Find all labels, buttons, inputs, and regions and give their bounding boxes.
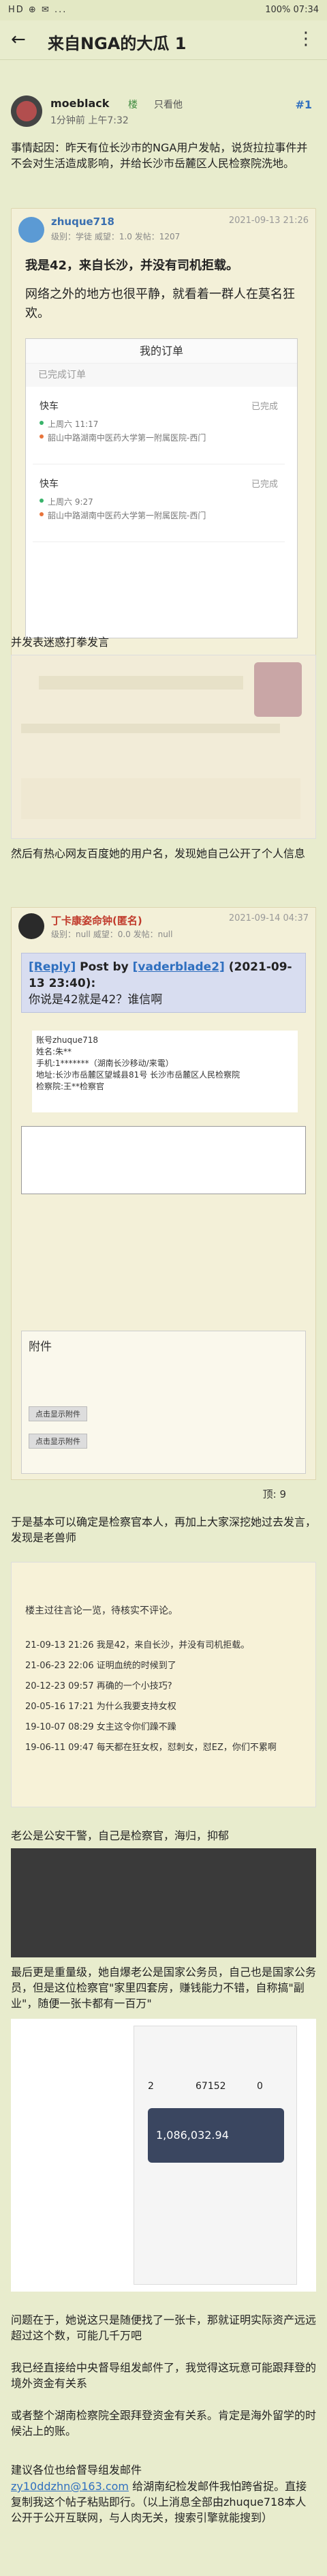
order-screenshot: 我的订单 已完成订单 快车 已完成 上周六 11:17 韶山中路湖南中医药大学第… [25,338,298,638]
like-count[interactable]: 顶: 9 [263,1487,286,1501]
history-line: 20-12-23 09:57 再确的一个小技巧? [25,1681,172,1691]
quote-info: 级别：学徒 威望：1.0 发帖：1207 [51,232,181,241]
text-question: 问题在于，她说这只是随便找了一张卡，那就证明实际资产远远超过这个数，可能几千万吧 [11,2313,317,2342]
bank-balance: 1,086,032.94 [156,2129,229,2142]
post-time: 1分钟前 上午7:32 [50,115,129,126]
bank-app: 2 67152 0 1,086,032.94 [134,2026,297,2285]
order-address: 韶山中路湖南中医药大学第一附属医院-西门 [48,511,206,520]
text-suggest: 建议各位也给督导组发邮件 [11,2463,142,2476]
bank-stat: 2 [148,2081,154,2092]
bank-stat: 67152 [196,2081,226,2092]
screenshot-image [11,1848,316,1957]
avatar[interactable] [11,95,42,127]
avatar [18,217,44,243]
order-type: 快车 [40,401,59,412]
reply-date: 2021-09-14 04:37 [228,913,309,923]
text-confirm: 于是基本可以确定是检察官本人，再加上大家深挖她过去发言，发现是老兽师 [11,1515,317,1544]
reply-author[interactable]: 丁卡康姿命钟(匿名) [51,913,142,928]
order-time: 上周六 9:27 [48,497,93,507]
text-hot: 然后有热心网友百度她的用户名，发现她自己公开了个人信息 [11,847,306,860]
bank-card[interactable]: 1,086,032.94 [148,2108,284,2163]
text-police: 老公是公安干警，自己是检察官，海归，抑郁 [11,1829,230,1842]
text-salary: 最后更是重量级，她自爆老公是国家公务员，自己也是国家公务员，但是这位检察官"家里… [11,1966,317,2010]
status-left: HD ⊕ ✉ ... [8,5,67,15]
show-attachment-button[interactable]: 点击显示附件 [29,1406,87,1421]
forum-line [39,676,243,690]
end-dot-icon [40,434,44,439]
email-text: zy10ddzhn@163.com 给湖南纪检发邮件我怕跨省捉。直接复制我这个帖… [11,2478,316,2526]
order-card: 快车 已完成 上周六 9:27 韶山中路湖南中医药大学第一附属医院-西门 [33,471,285,542]
forum-text-block [21,778,300,819]
forum-line [21,724,280,733]
avatar[interactable] [18,913,44,939]
order-address: 韶山中路湖南中医药大学第一附属医院-西门 [48,433,206,443]
start-dot-icon [40,499,44,503]
forum-screenshot [11,655,316,839]
order-status: 已完成 [251,402,278,412]
reply-quote: [Reply] Post by [vaderblade2] (2021-09-1… [21,953,306,1013]
text-doxx: 并发表迷惑打拳发言 [11,636,110,649]
reply-post: 丁卡康姿命钟(匿名) 2021-09-14 04:37 级别：null 威望：0… [11,907,316,1480]
quote-text-2: 网络之外的地方也很平静，就看着一群人在莫名狂欢。 [25,287,295,321]
order-type: 快车 [40,479,59,490]
order-title: 我的订单 [26,339,297,364]
quoted-post: zhuque718 2021-09-13 21:26 级别：学徒 威望：1.0 … [11,208,316,658]
history-line: 20-05-16 17:21 为什么我要支持女权 [25,1702,176,1712]
author-name[interactable]: moeblack [50,97,109,110]
character-image [254,662,302,717]
order-status: 已完成 [251,479,278,490]
back-arrow-icon[interactable]: ← [11,30,26,49]
quote-text-1: 我是42，来自长沙，并没有司机拒载。 [25,258,239,273]
post-intro: 事情起因：昨天有位长沙市的NGA用户发帖，说货拉拉事件并不会对生活造成影响，并给… [11,141,308,170]
quote-header: zhuque718 2021-09-13 21:26 级别：学徒 威望：1.0 … [18,214,309,248]
history-title: 楼主过往言论一览，待核实不评论。 [25,1605,178,1616]
quote-author[interactable]: zhuque718 [51,216,114,228]
history-box: 楼主过往言论一览，待核实不评论。 21-09-13 21:26 我是42，来自长… [11,1562,316,1807]
op-badge: 楼 [128,100,138,110]
text-party: 或者整个湖南检察院全跟拜登资金有关系。肯定是海外留学的时候沾上的账。 [11,2409,317,2438]
reply-info: 级别：null 威望：0.0 发帖：null [51,930,173,939]
record-table [21,1126,306,1194]
reply-quote-text: 你说是42就是42？谁信啊 [29,993,163,1007]
history-line: 21-06-23 22:06 证明血统的时候到了 [25,1661,176,1671]
page-title: 来自NGA的大瓜 1 [48,34,187,53]
more-dots-icon[interactable]: ⋮ [297,29,315,49]
order-tab: 已完成订单 [26,364,297,387]
attach-title: 附件 [29,1340,52,1354]
start-dot-icon [40,421,44,425]
bank-stat: 0 [257,2081,263,2092]
profile-info: 账号zhuque718 姓名:朱** 手机:1*******（湖南长沙移动/来電… [32,1031,298,1112]
history-line: 19-10-07 08:29 女主这令你们躁不躁 [25,1722,176,1732]
text-report: 我已经直接给中央督导组发邮件了，我觉得这玩意可能跟拜登的境外资金有关系 [11,2361,317,2390]
email-link[interactable]: zy10ddzhn@163.com [11,2480,129,2493]
status-right: 100% 07:34 [265,5,319,15]
reply-link[interactable]: [Reply] [29,960,76,974]
history-line: 19-06-11 09:47 每天都在狂女权，怼刺女，怼EZ，你们不累啊 [25,1743,277,1753]
order-time: 上周六 11:17 [48,419,99,429]
quote-date: 2021-09-13 21:26 [228,216,309,226]
show-attachment-button[interactable]: 点击显示附件 [29,1434,87,1449]
bank-screenshot: 2 67152 0 1,086,032.94 [11,2019,316,2292]
order-card: 快车 已完成 上周六 11:17 韶山中路湖南中医药大学第一附属医院-西门 [33,394,285,464]
only-op-link[interactable]: 只看他 [154,98,183,111]
app-header: ← 来自NGA的大瓜 1 ⋮ [0,20,327,60]
history-line: 21-09-13 21:26 我是42，来自长沙，并没有司机拒载。 [25,1640,250,1650]
reply-user-link[interactable]: [vaderblade2] [133,960,225,974]
status-bar: HD ⊕ ✉ ... 100% 07:34 [0,0,327,20]
attachments: 附件 点击显示附件 点击显示附件 [21,1331,306,1474]
floor-number: #1 [295,98,312,111]
reply-post-by: Post by [76,960,133,974]
end-dot-icon [40,512,44,516]
